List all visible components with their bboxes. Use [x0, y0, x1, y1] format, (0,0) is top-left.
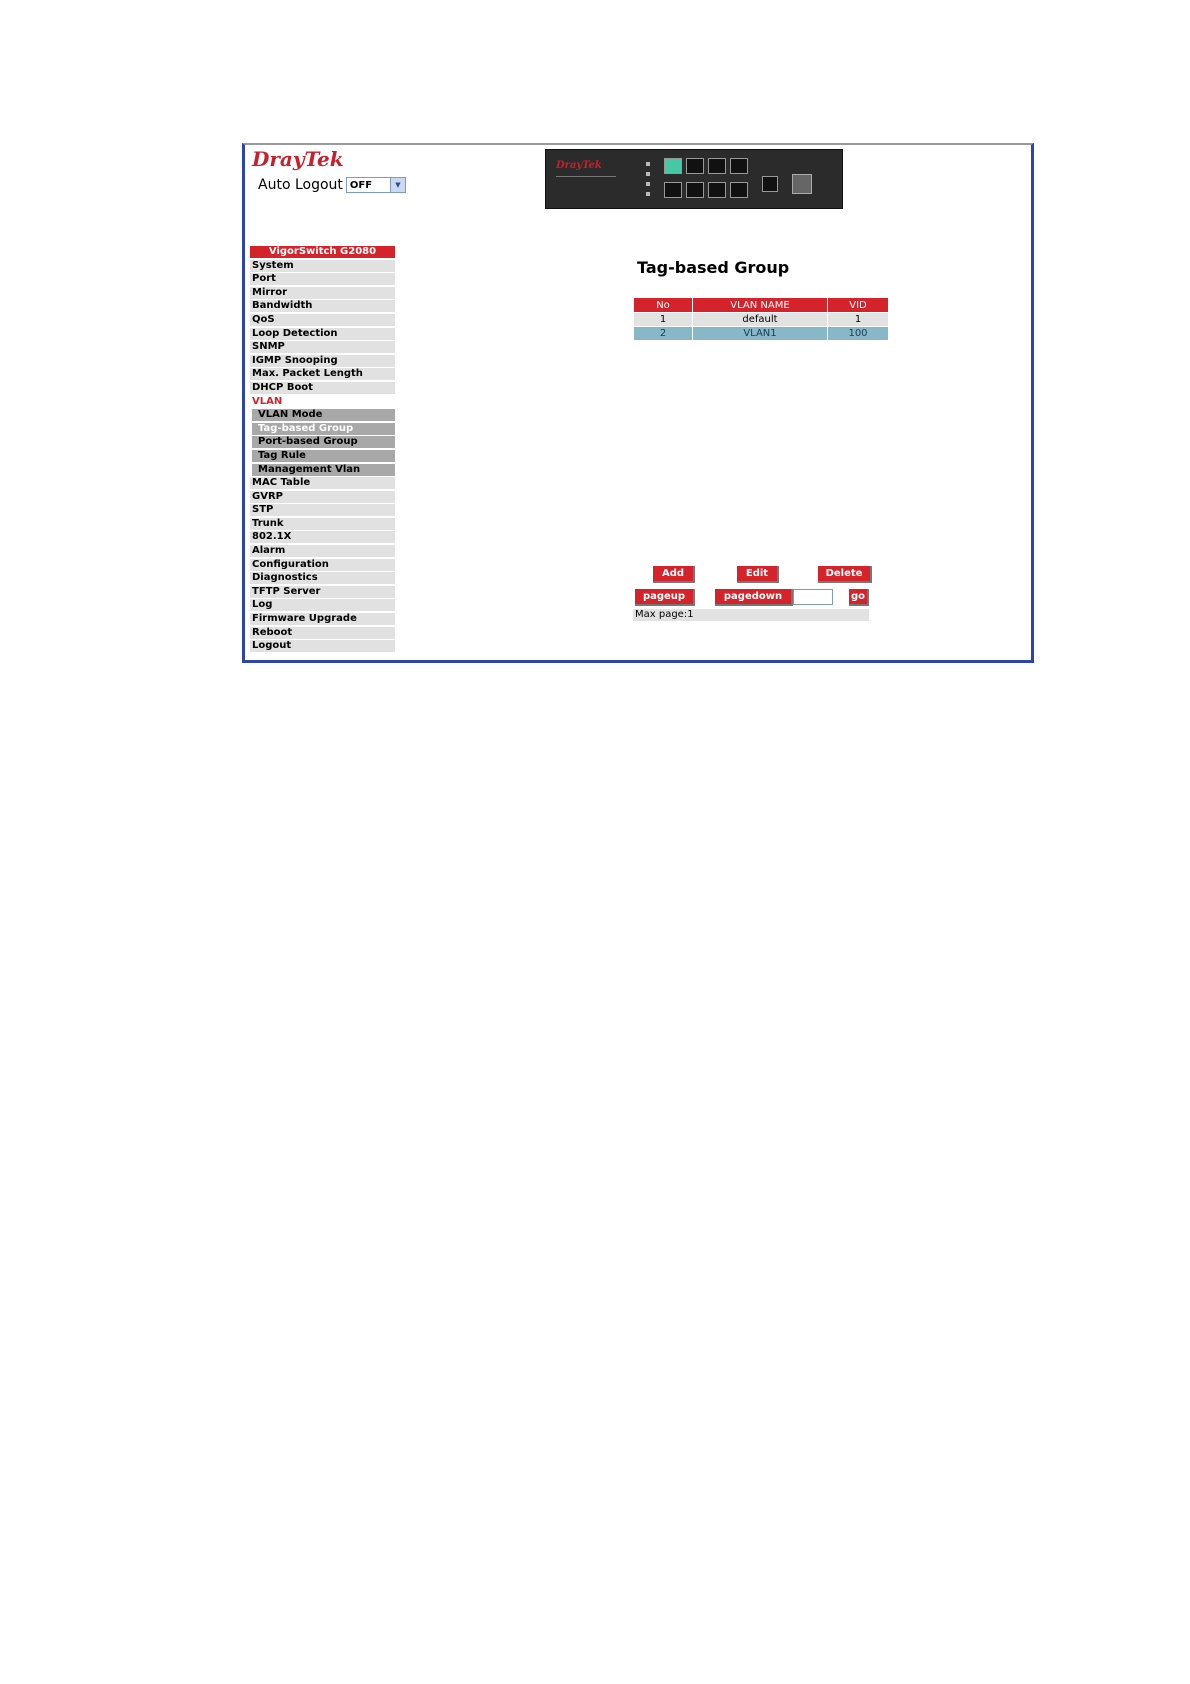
vlan-group-table: No VLAN NAME VID 1 default 1 2 VLAN1 100: [633, 297, 889, 341]
auto-logout-value: OFF: [349, 179, 373, 191]
column-header-vlan-name: VLAN NAME: [693, 298, 827, 312]
sidebar-item-qos[interactable]: QoS: [250, 313, 395, 326]
pagedown-button[interactable]: pagedown: [715, 589, 793, 606]
sidebar-subitem-management-vlan[interactable]: Management Vlan: [252, 463, 395, 476]
logo-tek: Tek: [304, 147, 344, 171]
draytek-logo: DrayTek: [252, 147, 344, 171]
sidebar-item-mac-table[interactable]: MAC Table: [250, 477, 395, 490]
sidebar-item-port[interactable]: Port: [250, 273, 395, 286]
sidebar-item-firmware-upgrade[interactable]: Firmware Upgrade: [250, 613, 395, 626]
edit-button[interactable]: Edit: [737, 566, 779, 583]
page-number-input[interactable]: [793, 589, 833, 605]
cell-vid: 100: [828, 327, 888, 340]
delete-button[interactable]: Delete: [818, 566, 872, 583]
cell-vlan-name: default: [693, 313, 827, 326]
sidebar-item-dhcp-boot[interactable]: DHCP Boot: [250, 381, 395, 394]
go-button[interactable]: go: [849, 589, 869, 606]
sidebar-item-max-packet-length[interactable]: Max. Packet Length: [250, 368, 395, 381]
sfp-slot-icon: [792, 174, 812, 194]
table-header-row: No VLAN NAME VID: [634, 298, 888, 312]
sidebar-item-configuration[interactable]: Configuration: [250, 558, 395, 571]
auto-logout: Auto Logout OFF ▼: [258, 177, 406, 193]
table-row[interactable]: 2 VLAN1 100: [634, 327, 888, 340]
ethernet-port-icon: [686, 158, 704, 174]
add-button[interactable]: Add: [653, 566, 695, 583]
switch-front-panel-image: DrayTek: [545, 149, 843, 209]
sidebar-item-vlan[interactable]: VLAN: [250, 396, 395, 408]
sidebar-menu: VigorSwitch G2080 System Port Mirror Ban…: [250, 246, 395, 654]
auto-logout-label: Auto Logout: [258, 177, 343, 193]
ethernet-port-icon: [730, 158, 748, 174]
ethernet-port-icon: [708, 182, 726, 198]
cell-no: 2: [634, 327, 692, 340]
sidebar-item-igmp-snooping[interactable]: IGMP Snooping: [250, 354, 395, 367]
logo-dray: Dray: [252, 147, 305, 171]
cell-vid: 1: [828, 313, 888, 326]
sidebar-subitem-port-based-group[interactable]: Port-based Group: [252, 436, 395, 449]
sidebar-item-8021x[interactable]: 802.1X: [250, 531, 395, 544]
sidebar-subitem-vlan-mode[interactable]: VLAN Mode: [252, 409, 395, 422]
ethernet-port-icon: [664, 158, 682, 174]
ethernet-port-icon: [686, 182, 704, 198]
table-row[interactable]: 1 default 1: [634, 313, 888, 326]
max-page-label: Max page:1: [633, 609, 869, 621]
status-leds: [634, 162, 654, 202]
sidebar-item-stp[interactable]: STP: [250, 504, 395, 517]
ethernet-port-icon: [664, 182, 682, 198]
device-model-line: [556, 176, 616, 187]
device-brand: DrayTek: [556, 160, 602, 171]
ethernet-port-icon: [730, 182, 748, 198]
sidebar-item-reboot[interactable]: Reboot: [250, 626, 395, 639]
sidebar-item-trunk[interactable]: Trunk: [250, 517, 395, 530]
sidebar-item-mirror[interactable]: Mirror: [250, 286, 395, 299]
sidebar-item-diagnostics[interactable]: Diagnostics: [250, 572, 395, 585]
column-header-vid: VID: [828, 298, 888, 312]
app-frame: DrayTek Auto Logout OFF ▼ DrayTek VigorS…: [242, 143, 1034, 663]
sidebar-subitem-tag-based-group[interactable]: Tag-based Group: [252, 422, 395, 435]
cell-vlan-name: VLAN1: [693, 327, 827, 340]
ethernet-port-icon: [708, 158, 726, 174]
cell-no: 1: [634, 313, 692, 326]
sidebar-subitem-tag-rule[interactable]: Tag Rule: [252, 449, 395, 462]
sidebar-title[interactable]: VigorSwitch G2080: [250, 246, 395, 258]
sidebar-item-tftp-server[interactable]: TFTP Server: [250, 585, 395, 598]
sidebar-item-alarm[interactable]: Alarm: [250, 545, 395, 558]
sidebar-item-gvrp[interactable]: GVRP: [250, 490, 395, 503]
auto-logout-select[interactable]: OFF ▼: [345, 177, 406, 193]
sidebar-item-loop-detection[interactable]: Loop Detection: [250, 327, 395, 340]
sidebar-item-bandwidth[interactable]: Bandwidth: [250, 300, 395, 313]
page-title: Tag-based Group: [637, 258, 790, 277]
sidebar-item-snmp[interactable]: SNMP: [250, 341, 395, 354]
console-port-icon: [762, 176, 778, 192]
column-header-no: No: [634, 298, 692, 312]
chevron-down-icon[interactable]: ▼: [389, 178, 405, 192]
sidebar-item-log[interactable]: Log: [250, 599, 395, 612]
sidebar-item-logout[interactable]: Logout: [250, 640, 395, 653]
sidebar-item-system[interactable]: System: [250, 259, 395, 272]
pageup-button[interactable]: pageup: [635, 589, 695, 606]
